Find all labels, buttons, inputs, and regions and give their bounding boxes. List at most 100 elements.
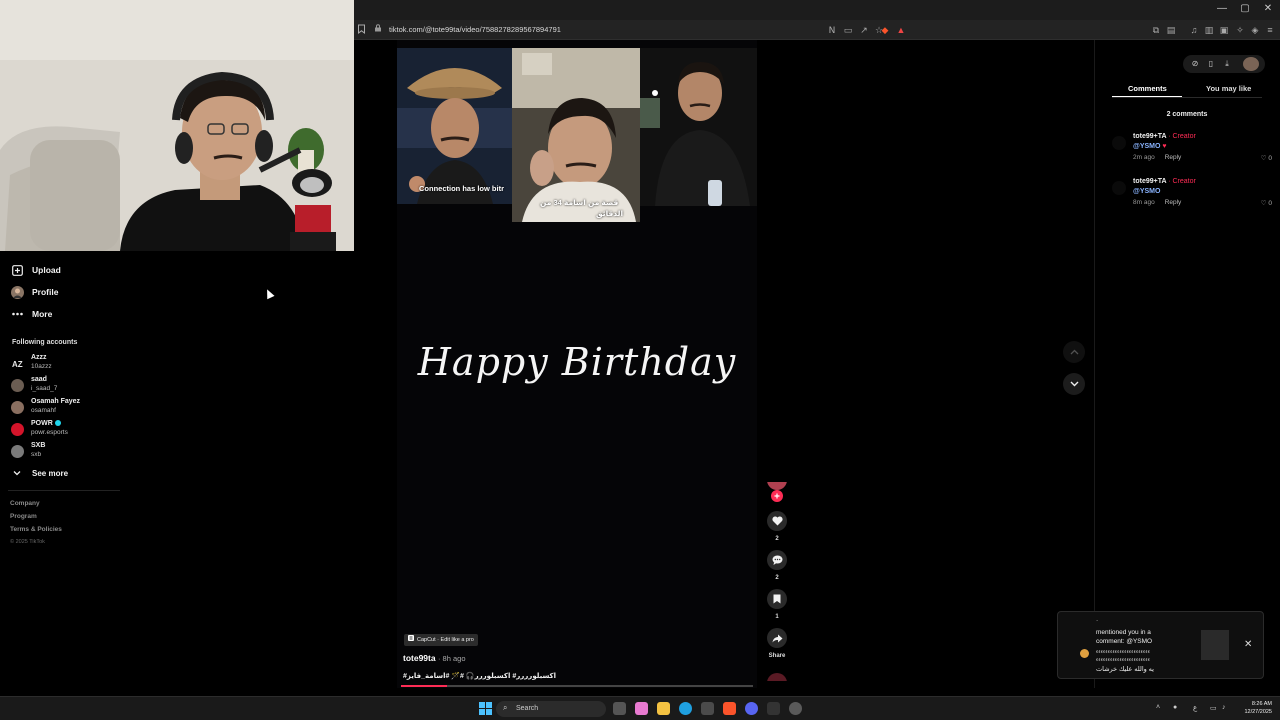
site-info-icon[interactable] bbox=[374, 24, 382, 34]
reply-button[interactable]: Reply bbox=[1165, 154, 1182, 161]
bookmark-icon[interactable] bbox=[355, 24, 367, 36]
video-author[interactable]: tote99ta · 8h ago bbox=[403, 653, 466, 663]
comment-like-button[interactable]: ♡ 0 bbox=[1261, 154, 1272, 162]
brave-rewards-icon[interactable]: ▲ bbox=[895, 24, 907, 36]
see-more-button[interactable]: See more bbox=[10, 465, 68, 481]
taskbar-search[interactable]: ⌕ Search bbox=[496, 701, 606, 717]
creator-badge: · Creator bbox=[1168, 133, 1196, 140]
sidebar-item-upload[interactable]: Upload bbox=[10, 262, 61, 278]
video-player[interactable]: Connection has low bitr قصة من اسامة 34 … bbox=[397, 40, 757, 688]
cast-icon[interactable]: ▭ bbox=[842, 24, 854, 36]
account-handle: osamahf bbox=[31, 407, 56, 414]
close-icon[interactable]: ✕ bbox=[1244, 639, 1252, 650]
footer-link-terms[interactable]: Terms & Policies bbox=[10, 526, 62, 533]
follow-button[interactable] bbox=[771, 490, 783, 502]
close-window-button[interactable]: ✕ bbox=[1257, 3, 1279, 14]
taskbar-clock[interactable]: 8:26 AM 12/27/2025 bbox=[1238, 700, 1272, 716]
store-icon[interactable] bbox=[701, 702, 714, 715]
following-account-item[interactable]: POWR powr.esports bbox=[10, 420, 130, 440]
xbox-icon[interactable] bbox=[767, 702, 780, 715]
menu-icon[interactable]: ≡ bbox=[1264, 24, 1276, 36]
music-disc-edge[interactable] bbox=[767, 673, 787, 681]
mention-link[interactable]: @YSMO bbox=[1133, 188, 1160, 195]
notification-line-4: ءءءءءءءءءءءءءءءءءءءءءءء bbox=[1096, 657, 1151, 663]
like-button[interactable] bbox=[767, 511, 787, 531]
tray-chevron-icon[interactable]: ˄ bbox=[1156, 704, 1160, 711]
video-progress-bar[interactable] bbox=[401, 685, 753, 687]
commenter-avatar[interactable] bbox=[1112, 136, 1126, 150]
language-indicator[interactable]: ع bbox=[1193, 704, 1197, 712]
capcut-label[interactable]: CapCut · Edit like a pro bbox=[404, 634, 478, 646]
commenter-avatar[interactable] bbox=[1112, 181, 1126, 195]
next-video-button[interactable] bbox=[1063, 373, 1085, 395]
tab-groups-icon[interactable]: ▣ bbox=[1218, 24, 1230, 36]
minimize-button[interactable]: — bbox=[1211, 3, 1233, 14]
footer-link-company[interactable]: Company bbox=[10, 500, 40, 507]
commenter-username[interactable]: tote99+TA bbox=[1133, 178, 1166, 185]
copilot-icon[interactable] bbox=[635, 702, 648, 715]
upload-icon bbox=[10, 263, 24, 277]
wallet-icon[interactable]: ▤ bbox=[1165, 24, 1177, 36]
following-account-item[interactable]: SXB sxb bbox=[10, 442, 130, 462]
sidebar-item-more[interactable]: More bbox=[10, 306, 52, 322]
comment-time: 2m ago bbox=[1133, 154, 1155, 161]
account-name: saad bbox=[31, 376, 47, 383]
account-name-text: POWR bbox=[31, 420, 53, 427]
media-icon[interactable]: ♫ bbox=[1188, 24, 1200, 36]
sidebar-toggle-icon[interactable]: ▥ bbox=[1203, 24, 1215, 36]
comment-button[interactable] bbox=[767, 550, 787, 570]
task-view-icon[interactable] bbox=[613, 702, 626, 715]
share-page-icon[interactable]: ↗ bbox=[858, 24, 870, 36]
heart-outline-icon: ♡ bbox=[1260, 155, 1267, 162]
commenter-name[interactable]: tote99+TA · Creator bbox=[1133, 178, 1196, 185]
vpn-icon[interactable]: ◈ bbox=[1249, 24, 1261, 36]
mention-notification[interactable]: · mentioned you in a comment: @YSMO ءءءء… bbox=[1057, 611, 1264, 679]
brave-shields-icon[interactable]: ◆ bbox=[879, 24, 891, 36]
user-avatar[interactable] bbox=[1243, 57, 1259, 71]
comment-item: tote99+TA · Creator @YSMO ♥ 2m ago Reply … bbox=[1112, 133, 1272, 167]
brave-browser-icon[interactable] bbox=[723, 702, 736, 715]
commenter-name[interactable]: tote99+TA · Creator bbox=[1133, 133, 1196, 140]
comment-time: 8m ago bbox=[1133, 199, 1155, 206]
network-icon[interactable]: ▭ bbox=[1210, 704, 1217, 712]
previous-video-button[interactable] bbox=[1063, 341, 1085, 363]
sidebar-item-label: Upload bbox=[32, 265, 61, 275]
reply-button[interactable]: Reply bbox=[1165, 199, 1182, 206]
svg-text:AZ: AZ bbox=[12, 360, 23, 369]
following-account-item[interactable]: AZ Azzz 10azzz bbox=[10, 354, 130, 374]
clock-time: 8:26 AM bbox=[1251, 701, 1272, 707]
leo-ai-icon[interactable]: ✧ bbox=[1234, 24, 1246, 36]
more-icon bbox=[10, 307, 24, 321]
sidebar-item-label: Profile bbox=[32, 287, 59, 297]
share-button[interactable] bbox=[767, 628, 787, 648]
mic-icon[interactable]: ● bbox=[1173, 704, 1177, 711]
tab-you-may-like[interactable]: You may like bbox=[1206, 84, 1251, 93]
following-account-item[interactable]: saad i_saad_7 bbox=[10, 376, 130, 396]
save-button[interactable] bbox=[767, 589, 787, 609]
following-account-item[interactable]: Osamah Fayez osamahf bbox=[10, 398, 130, 418]
comment-like-button[interactable]: ♡ 0 bbox=[1261, 199, 1272, 207]
tab-comments[interactable]: Comments bbox=[1128, 84, 1167, 93]
volume-icon[interactable]: ♪ bbox=[1222, 704, 1226, 711]
video-hashtags[interactable]: #اكسبلورررر# اكسبلوررر🎧 #🪄 #اسامة_فايز bbox=[403, 672, 556, 680]
author-name[interactable]: tote99ta bbox=[403, 653, 436, 663]
obs-icon[interactable] bbox=[789, 702, 802, 715]
discord-icon[interactable] bbox=[745, 702, 758, 715]
commenter-username[interactable]: tote99+TA bbox=[1133, 133, 1166, 140]
reader-mode-icon[interactable]: 𝖭 bbox=[826, 24, 838, 36]
compass-icon[interactable]: ⊘ bbox=[1190, 59, 1200, 69]
maximize-button[interactable]: ▢ bbox=[1234, 3, 1256, 14]
edge-icon[interactable] bbox=[679, 702, 692, 715]
footer-link-program[interactable]: Program bbox=[10, 513, 37, 520]
active-tab-indicator bbox=[1112, 96, 1182, 97]
download-icon[interactable]: ⤓ bbox=[1222, 59, 1232, 69]
windows-start-icon[interactable] bbox=[479, 702, 492, 720]
comment-item: tote99+TA · Creator @YSMO 8m ago Reply ♡ … bbox=[1112, 178, 1272, 212]
mention-link[interactable]: @YSMO bbox=[1133, 143, 1160, 150]
url-text[interactable]: tiktok.com/@tote99ta/video/7588278289567… bbox=[389, 25, 561, 34]
file-explorer-icon[interactable] bbox=[657, 702, 670, 715]
heart-icon: ♥ bbox=[1162, 143, 1167, 150]
device-icon[interactable]: ▯ bbox=[1206, 59, 1216, 69]
extensions-icon[interactable]: ⧉ bbox=[1150, 24, 1162, 36]
sidebar-item-profile[interactable]: Profile bbox=[10, 284, 58, 300]
